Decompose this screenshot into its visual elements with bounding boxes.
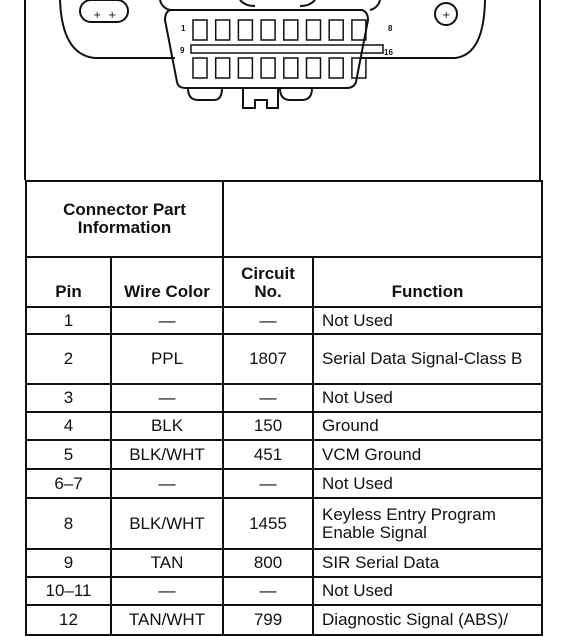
wire-color-cell: BLK — [109, 411, 225, 441]
pin-label-9: 9 — [180, 46, 185, 55]
pin-label-8: 8 — [388, 24, 393, 33]
connector-pin-cavity — [237, 19, 254, 41]
table-row: 5 BLK/WHT 451 VCM Ground — [25, 439, 544, 470]
circuit-cell: 1455 — [222, 497, 315, 550]
pin-cell: 1 — [25, 306, 112, 335]
wire-color-cell: — — [109, 383, 225, 413]
col-header-function: Function — [312, 256, 544, 308]
table-row: 2 PPL 1807 Serial Data Signal-Class B — [25, 333, 544, 385]
function-cell: Not Used — [312, 468, 544, 499]
connector-pin-cavity — [328, 57, 344, 79]
function-cell: Ground — [312, 411, 544, 441]
connector-pin-cavity — [192, 19, 208, 41]
circuit-cell: 799 — [222, 604, 315, 636]
circuit-cell: — — [222, 576, 315, 606]
connector-pin-cavity — [237, 57, 254, 79]
connector-pin-cavity — [305, 19, 322, 41]
connector-part-information-header: Connector Part Information — [24, 180, 225, 258]
mounting-tab-left — [79, 0, 129, 23]
svg-text:+: + — [442, 10, 450, 21]
circuit-cell: 451 — [222, 439, 315, 470]
svg-text:+: + — [108, 10, 116, 21]
table-row: 8 BLK/WHT 1455 Keyless Entry Program Enable… — [25, 497, 544, 550]
wire-color-cell: — — [109, 576, 225, 606]
pin-cell: 8 — [25, 497, 112, 550]
circuit-cell: 800 — [222, 548, 315, 578]
connector-diagram: 1 8 9 16 + + + — [24, 0, 541, 180]
function-cell: Not Used — [312, 306, 544, 335]
wire-color-cell: PPL — [109, 333, 225, 385]
wire-color-cell: TAN — [109, 548, 225, 578]
table-row: 6–7— — Not Used — [25, 468, 544, 499]
connector-pin-cavity — [283, 19, 299, 41]
connector-pin-cavity — [214, 19, 231, 41]
circuit-cell: 1807 — [222, 333, 315, 385]
pin-cell: 5 — [25, 439, 112, 470]
table-row: 10–11— — Not Used — [25, 576, 544, 606]
table-row: 4 BLK 150 Ground — [25, 411, 544, 441]
pin-cell: 12 — [25, 604, 112, 636]
connector-pin-cavity — [192, 57, 208, 79]
col-header-wire-color: Wire Color — [109, 256, 225, 308]
pin-label-16: 16 — [384, 48, 393, 57]
function-cell: SIR Serial Data — [312, 548, 544, 578]
pin-cell: 3 — [25, 383, 112, 413]
function-cell: Keyless Entry Program Enable Signal — [312, 497, 544, 550]
function-cell: VCM Ground — [312, 439, 544, 470]
connector-pin-cavity — [305, 57, 322, 79]
wire-color-cell: TAN/WHT — [109, 604, 225, 636]
col-header-pin: Pin — [25, 256, 112, 308]
obd-connector-body — [163, 9, 370, 89]
pin-cell: 9 — [25, 548, 112, 578]
wire-color-cell: — — [109, 468, 225, 499]
circuit-cell: — — [222, 468, 315, 499]
connector-pin-cavity — [260, 19, 276, 41]
circuit-cell: — — [222, 306, 315, 335]
function-cell: Not Used — [312, 383, 544, 413]
connector-pin-cavity — [260, 57, 276, 79]
col-header-circuit-no: Circuit No. — [222, 256, 315, 308]
connector-pin-cavity — [214, 57, 231, 79]
connector-part-information-value — [222, 180, 544, 258]
wire-color-cell: BLK/WHT — [109, 497, 225, 550]
wire-color-cell: — — [109, 306, 225, 335]
pin-label-1: 1 — [181, 24, 186, 33]
function-cell: Serial Data Signal-Class B — [312, 333, 544, 385]
connector-pin-cavity — [328, 19, 344, 41]
table-row: 9 TAN 800 SIR Serial Data — [25, 548, 544, 578]
circuit-cell: 150 — [222, 411, 315, 441]
function-cell: Diagnostic Signal (ABS)/ — [312, 604, 544, 636]
connector-pinout-table: Connector Part Information Pin Wire Colo… — [24, 180, 544, 636]
wire-color-cell: BLK/WHT — [109, 439, 225, 470]
table-row: 12 TAN/WHT 799 Diagnostic Signal (ABS)/ — [25, 604, 544, 636]
pin-cell: 4 — [25, 411, 112, 441]
function-cell: Not Used — [312, 576, 544, 606]
pin-cell: 2 — [25, 333, 112, 385]
circuit-cell: — — [222, 383, 315, 413]
pin-cell: 10–11 — [25, 576, 112, 606]
connector-pin-cavity — [283, 57, 299, 79]
table-row: 3— — Not Used — [25, 383, 544, 413]
svg-text:+: + — [93, 10, 101, 21]
pin-cell: 6–7 — [25, 468, 112, 499]
table-row: 1— — Not Used — [25, 306, 544, 335]
